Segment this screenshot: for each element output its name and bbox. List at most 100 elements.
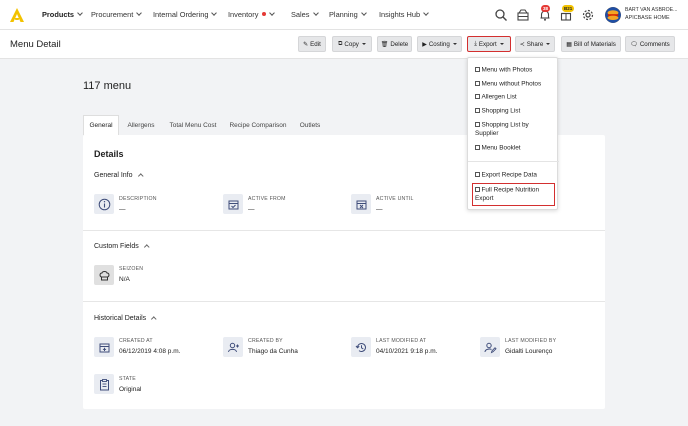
description-field-icon xyxy=(94,194,114,214)
historical-details-title: Historical Details xyxy=(94,315,147,322)
user-home[interactable]: APICBASE HOME xyxy=(625,15,670,21)
tab-total-menu-cost[interactable]: Total Menu Cost xyxy=(165,115,221,135)
menu-item-shopping-list-by-supplier[interactable]: Shopping List by Supplier xyxy=(475,121,529,138)
caret-down-icon xyxy=(452,43,457,45)
file-icon xyxy=(475,93,480,99)
description-value: — xyxy=(119,206,126,213)
menu-item-label: Menu without Photos xyxy=(481,80,542,88)
nav-products-label: Products xyxy=(42,10,75,19)
tab-allergens[interactable]: Allergens xyxy=(123,115,159,135)
tab-general[interactable]: General xyxy=(83,115,119,135)
menu-item-label: Menu with Photos xyxy=(481,66,533,74)
copy-icon: ⧉ xyxy=(338,40,343,47)
menu-item-label: Shopping List by xyxy=(481,121,529,129)
nav-sales[interactable]: Sales xyxy=(291,10,319,19)
nav-planning[interactable]: Planning xyxy=(329,10,367,19)
description-label: DESCRIPTION xyxy=(119,196,157,202)
general-info-title: General Info xyxy=(94,172,133,179)
edit-button[interactable]: ✎ Edit xyxy=(298,36,326,52)
file-icon xyxy=(475,107,480,113)
search-icon[interactable] xyxy=(494,8,508,22)
user-edit-icon xyxy=(484,342,497,353)
section-divider xyxy=(83,230,605,231)
copy-button[interactable]: ⧉ Copy xyxy=(332,36,372,52)
last-modified-by-label: LAST MODIFIED BY xyxy=(505,338,557,344)
info-icon xyxy=(98,198,110,210)
costing-label: Costing xyxy=(428,40,450,48)
menu-item-full-recipe-nutrition-export[interactable]: Full Recipe Nutrition Export xyxy=(475,186,539,203)
export-label: Export xyxy=(478,40,497,48)
file-icon xyxy=(475,171,480,177)
trash-icon: 🗑 xyxy=(380,41,389,48)
nav-insights-hub-label: Insights Hub xyxy=(379,10,421,19)
bom-label: Bill of Materials xyxy=(573,40,616,48)
nav-inventory[interactable]: Inventory xyxy=(228,10,276,19)
menu-item-menu-without-photos[interactable]: Menu without Photos xyxy=(475,80,541,89)
apicbase-logo[interactable] xyxy=(9,7,25,23)
copy-label: Copy xyxy=(344,40,359,48)
caret-down-icon xyxy=(361,43,366,45)
last-modified-at-field-icon xyxy=(351,337,371,357)
menu-item-allergen-list[interactable]: Allergen List xyxy=(475,93,517,102)
nav-inventory-label: Inventory xyxy=(228,10,259,19)
active-until-value: — xyxy=(376,206,383,213)
alerts-badge: B21 xyxy=(562,5,575,12)
state-label: STATE xyxy=(119,376,136,382)
nav-products[interactable]: Products xyxy=(42,10,83,19)
general-info-toggle[interactable]: General Info xyxy=(94,172,143,179)
tab-outlets[interactable]: Outlets xyxy=(295,115,325,135)
historical-details-toggle[interactable]: Historical Details xyxy=(94,315,157,322)
chevron-up-icon xyxy=(151,315,157,321)
nav-insights-hub[interactable]: Insights Hub xyxy=(379,10,429,19)
comments-button[interactable]: 🗨 Comments xyxy=(625,36,675,52)
created-at-field-icon xyxy=(94,337,114,357)
menu-item-export-recipe-data[interactable]: Export Recipe Data xyxy=(475,171,537,180)
share-icon: ≺ xyxy=(519,41,525,48)
delete-label: Delete xyxy=(390,40,409,48)
export-dropdown-menu: Menu with Photos Menu without Photos All… xyxy=(467,57,559,210)
inbox-icon[interactable] xyxy=(516,8,530,22)
edit-label: Edit xyxy=(310,40,321,48)
user-name[interactable]: BART VAN ASBROE... xyxy=(625,7,677,13)
bill-of-materials-button[interactable]: ▦ Bill of Materials xyxy=(561,36,621,52)
created-by-label: CREATED BY xyxy=(248,338,283,344)
menu-item-menu-booklet[interactable]: Menu Booklet xyxy=(475,144,521,153)
delete-button[interactable]: 🗑 Delete xyxy=(377,36,412,52)
file-icon xyxy=(475,121,480,127)
chevron-down-icon xyxy=(360,10,367,16)
share-button[interactable]: ≺ Share xyxy=(515,36,555,52)
created-at-value: 06/12/2019 4:08 p.m. xyxy=(119,348,181,355)
last-modified-by-field-icon xyxy=(480,337,500,357)
file-icon xyxy=(475,66,480,72)
menu-item-label: Allergen List xyxy=(481,93,517,101)
menu-item-label-line2: Supplier xyxy=(475,129,499,137)
chef-hat-icon xyxy=(99,270,109,280)
menu-item-menu-with-photos[interactable]: Menu with Photos xyxy=(475,66,532,75)
nav-planning-label: Planning xyxy=(329,10,358,19)
menu-title: 117 menu xyxy=(83,80,132,92)
tab-recipe-comparison[interactable]: Recipe Comparison xyxy=(226,115,290,135)
export-button[interactable]: ⤓ Export xyxy=(467,36,511,52)
nav-internal-ordering[interactable]: Internal Ordering xyxy=(153,10,218,19)
chevron-down-icon xyxy=(269,10,276,16)
costing-button[interactable]: ▶ Costing xyxy=(417,36,462,52)
gear-icon[interactable] xyxy=(581,8,595,22)
menu-item-label: Shopping List xyxy=(481,107,521,115)
nav-sales-label: Sales xyxy=(291,10,310,19)
pencil-icon: ✎ xyxy=(303,41,309,48)
share-label: Share xyxy=(526,40,544,48)
menu-item-shopping-list[interactable]: Shopping List xyxy=(475,107,520,116)
nav-procurement[interactable]: Procurement xyxy=(91,10,143,19)
menu-item-label-line2: Export xyxy=(475,194,494,202)
avatar[interactable] xyxy=(605,7,621,23)
chevron-down-icon xyxy=(423,10,429,16)
comment-icon: 🗨 xyxy=(630,41,638,48)
nav-internal-ordering-label: Internal Ordering xyxy=(153,10,209,19)
state-field-icon xyxy=(94,374,114,394)
custom-fields-toggle[interactable]: Custom Fields xyxy=(94,243,149,250)
menu-item-label: Export Recipe Data xyxy=(481,171,537,179)
active-from-label: ACTIVE FROM xyxy=(248,196,286,202)
file-icon xyxy=(475,80,480,86)
seizoen-value: N/A xyxy=(119,276,130,283)
caret-down-icon xyxy=(499,43,504,45)
